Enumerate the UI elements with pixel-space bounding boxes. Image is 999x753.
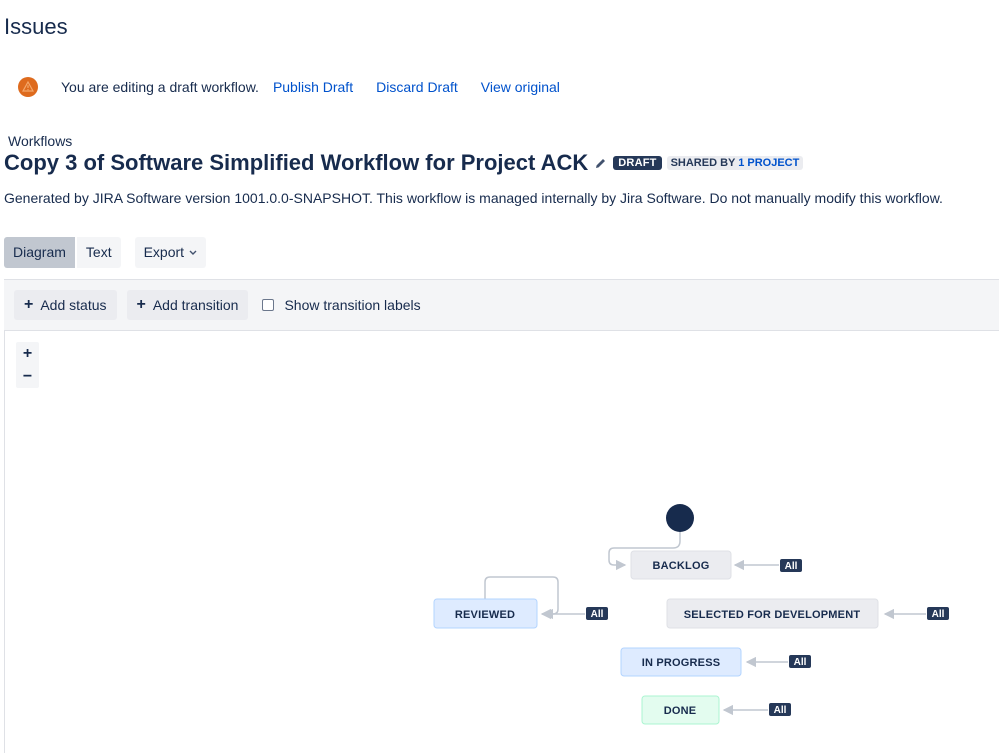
export-label: Export <box>143 244 185 260</box>
view-toggle: Diagram Text Export <box>4 237 207 268</box>
draft-message: You are editing a draft workflow. <box>61 79 259 95</box>
status-backlog-label: BACKLOG <box>652 560 709 572</box>
add-transition-label: Add transition <box>152 297 239 313</box>
workflow-title-row: Copy 3 of Software Simplified Workflow f… <box>4 150 804 176</box>
all-badge-backlog[interactable]: All <box>780 559 802 572</box>
breadcrumb[interactable]: Workflows <box>8 133 72 149</box>
publish-draft-link[interactable]: Publish Draft <box>273 79 353 95</box>
workflow-description: Generated by JIRA Software version 1001.… <box>4 190 943 206</box>
all-badge-backlog-label: All <box>785 561 798 572</box>
status-done-label: DONE <box>664 705 697 717</box>
add-status-button[interactable]: + Add status <box>14 290 117 320</box>
all-badge-reviewed-label: All <box>591 609 604 620</box>
diagram-toolbar: + Add status + Add transition Show trans… <box>4 279 999 331</box>
all-badge-in-progress[interactable]: All <box>789 655 811 668</box>
status-in-progress[interactable]: IN PROGRESS <box>620 647 742 677</box>
plus-icon: + <box>136 296 146 313</box>
tab-text[interactable]: Text <box>76 237 121 268</box>
show-transition-labels-checkbox[interactable] <box>262 299 275 311</box>
all-badge-selected-label: All <box>932 609 945 620</box>
status-backlog[interactable]: BACKLOG <box>630 550 732 580</box>
workflow-diagram-canvas[interactable]: + − BACKLOG All REVIEWED All SELECTED FO… <box>4 331 999 753</box>
status-in-progress-label: IN PROGRESS <box>642 657 721 669</box>
status-selected-label: SELECTED FOR DEVELOPMENT <box>684 609 861 621</box>
tab-diagram[interactable]: Diagram <box>4 237 75 268</box>
draft-notification-bar: You are editing a draft workflow. Publis… <box>18 76 583 98</box>
page-title: Issues <box>4 14 68 39</box>
all-badge-in-progress-label: All <box>794 657 807 668</box>
status-reviewed-label: REVIEWED <box>455 609 515 621</box>
show-transition-labels-label: Show transition labels <box>284 297 421 313</box>
warning-icon <box>18 77 38 97</box>
export-button[interactable]: Export <box>134 237 207 268</box>
shared-project-count[interactable]: 1 PROJECT <box>738 157 799 169</box>
all-badge-reviewed[interactable]: All <box>586 607 608 620</box>
pencil-icon[interactable] <box>594 157 607 170</box>
status-done[interactable]: DONE <box>641 695 720 725</box>
view-original-link[interactable]: View original <box>481 79 560 95</box>
all-badge-done-label: All <box>774 705 787 716</box>
discard-draft-link[interactable]: Discard Draft <box>376 79 458 95</box>
all-badge-done[interactable]: All <box>769 703 791 716</box>
shared-by-label: SHARED BY <box>670 157 736 169</box>
status-reviewed[interactable]: REVIEWED <box>433 598 538 629</box>
shared-by-badge[interactable]: SHARED BY 1 PROJECT <box>666 156 804 170</box>
plus-icon: + <box>24 296 34 313</box>
add-status-label: Add status <box>40 297 107 313</box>
status-selected-for-development[interactable]: SELECTED FOR DEVELOPMENT <box>666 598 879 629</box>
show-transition-labels-toggle[interactable]: Show transition labels <box>262 297 421 313</box>
chevron-down-icon <box>189 250 197 255</box>
workflow-diagram: BACKLOG All REVIEWED All SELECTED FOR DE… <box>433 504 949 725</box>
all-badge-selected[interactable]: All <box>927 607 949 620</box>
workflow-title: Copy 3 of Software Simplified Workflow f… <box>4 150 589 175</box>
initial-node[interactable] <box>666 504 694 532</box>
add-transition-button[interactable]: + Add transition <box>126 290 249 320</box>
draft-badge: DRAFT <box>613 156 662 170</box>
